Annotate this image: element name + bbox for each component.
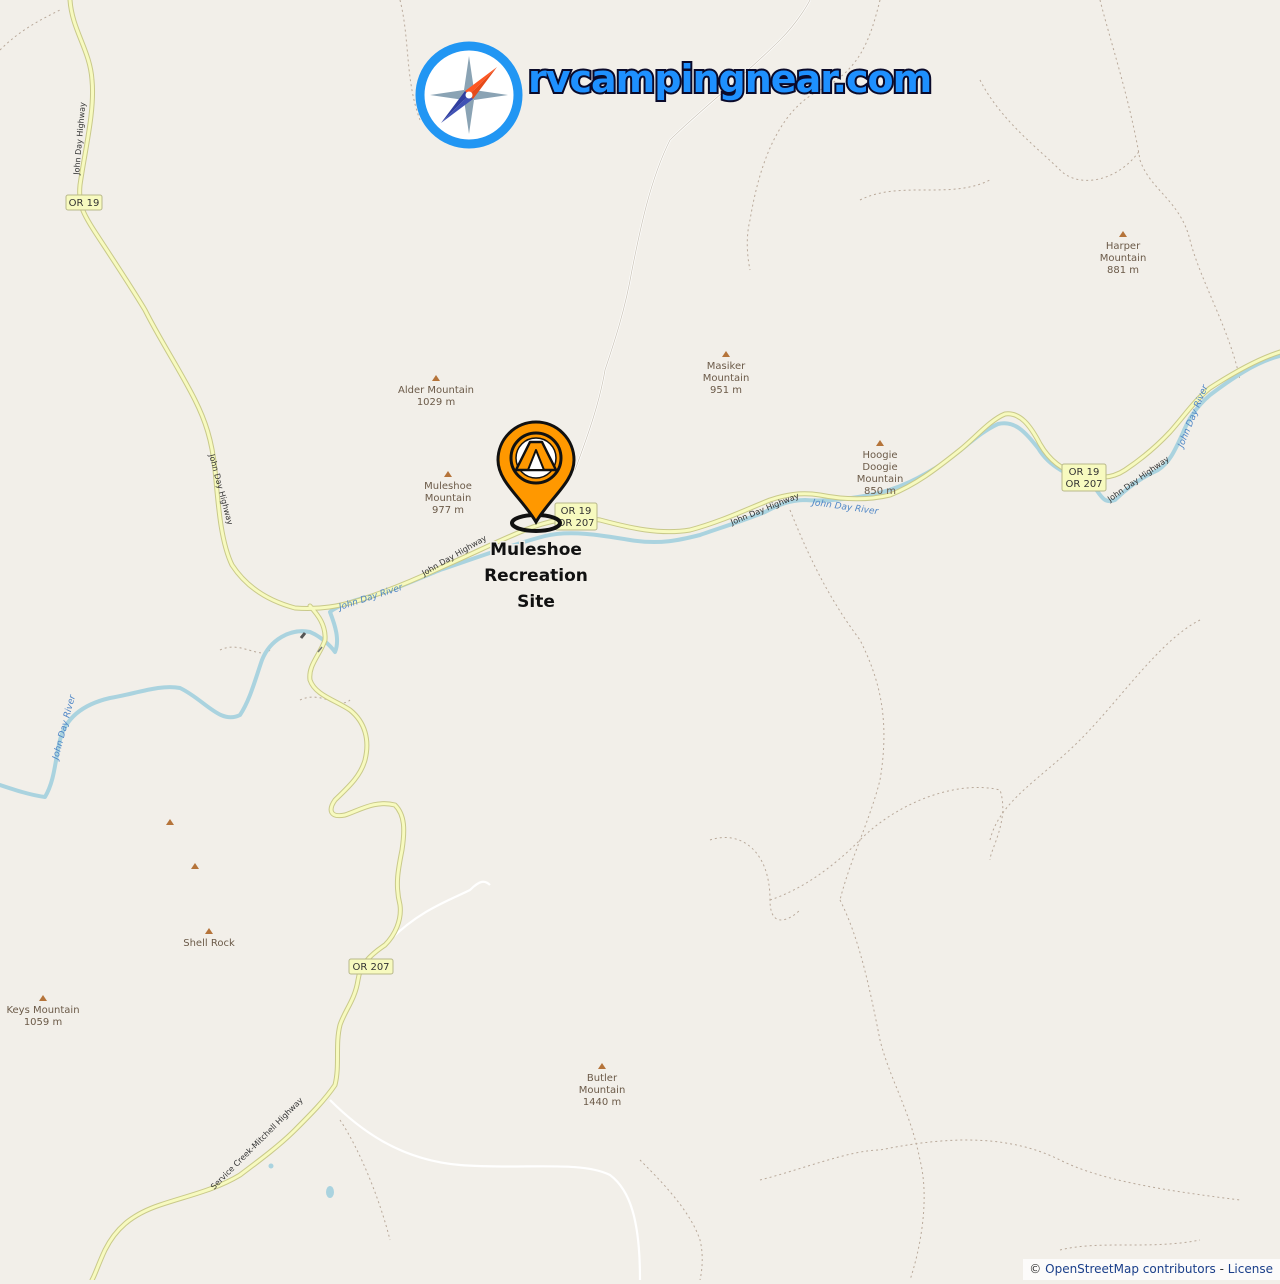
peak-name: Hoogie: [862, 450, 897, 461]
route-shield-label: OR 19: [561, 506, 592, 517]
peak-elevation: 977 m: [432, 505, 464, 516]
route-shield: OR 19: [65, 194, 103, 211]
marker-label-line-2: Recreation: [484, 566, 588, 586]
peak-name: Keys Mountain: [6, 1005, 79, 1016]
copyright-symbol: ©: [1029, 1262, 1042, 1276]
peak-elevation: 881 m: [1107, 265, 1139, 276]
attribution-separator: -: [1219, 1262, 1224, 1276]
peak-name: Mountain: [857, 474, 904, 485]
map-background: [0, 0, 1280, 1280]
peak-name: Mountain: [425, 493, 472, 504]
peak-elevation: 1059 m: [24, 1017, 62, 1028]
compass-icon: [415, 41, 523, 149]
route-shield: OR 207: [348, 958, 394, 975]
peak-name: Masiker: [707, 361, 746, 372]
peak-name: Mountain: [703, 373, 750, 384]
peak-name: Alder Mountain: [398, 385, 474, 396]
peak-name: Mountain: [579, 1085, 626, 1096]
brand-logo-text: rvcampingnear.com: [528, 57, 931, 101]
route-shield-label: OR 19: [1069, 467, 1100, 478]
peak-name: Doogie: [862, 462, 897, 473]
peak-elevation: 1029 m: [417, 397, 455, 408]
attribution: © OpenStreetMap contributors - License: [1023, 1259, 1280, 1280]
peak-name: Muleshoe: [424, 481, 472, 492]
peak-elevation: 1440 m: [583, 1097, 621, 1108]
peak-name: Shell Rock: [183, 938, 235, 949]
route-shield-label: OR 207: [1065, 479, 1102, 490]
peak-name: Harper: [1106, 241, 1141, 252]
route-shield: OR 19OR 207: [1061, 463, 1107, 492]
tent-icon: [509, 431, 563, 485]
peak-name: Mountain: [1100, 253, 1147, 264]
peak-elevation: 951 m: [710, 385, 742, 396]
license-link[interactable]: License: [1228, 1262, 1273, 1276]
peak-elevation: 850 m: [864, 486, 896, 497]
osm-link[interactable]: OpenStreetMap contributors: [1045, 1262, 1216, 1276]
route-shield-label: OR 207: [557, 518, 594, 529]
marker-label-line-1: Muleshoe: [490, 540, 582, 560]
route-shield-label: OR 19: [69, 198, 100, 209]
map-canvas[interactable]: John Day Highway John Day Highway John D…: [0, 0, 1280, 1283]
route-shield: OR 19OR 207: [554, 502, 598, 531]
route-shield-label: OR 207: [352, 962, 389, 973]
map[interactable]: John Day Highway John Day Highway John D…: [0, 0, 1280, 1283]
marker-label-line-3: Site: [517, 592, 555, 612]
peak-name: Butler: [587, 1073, 618, 1084]
